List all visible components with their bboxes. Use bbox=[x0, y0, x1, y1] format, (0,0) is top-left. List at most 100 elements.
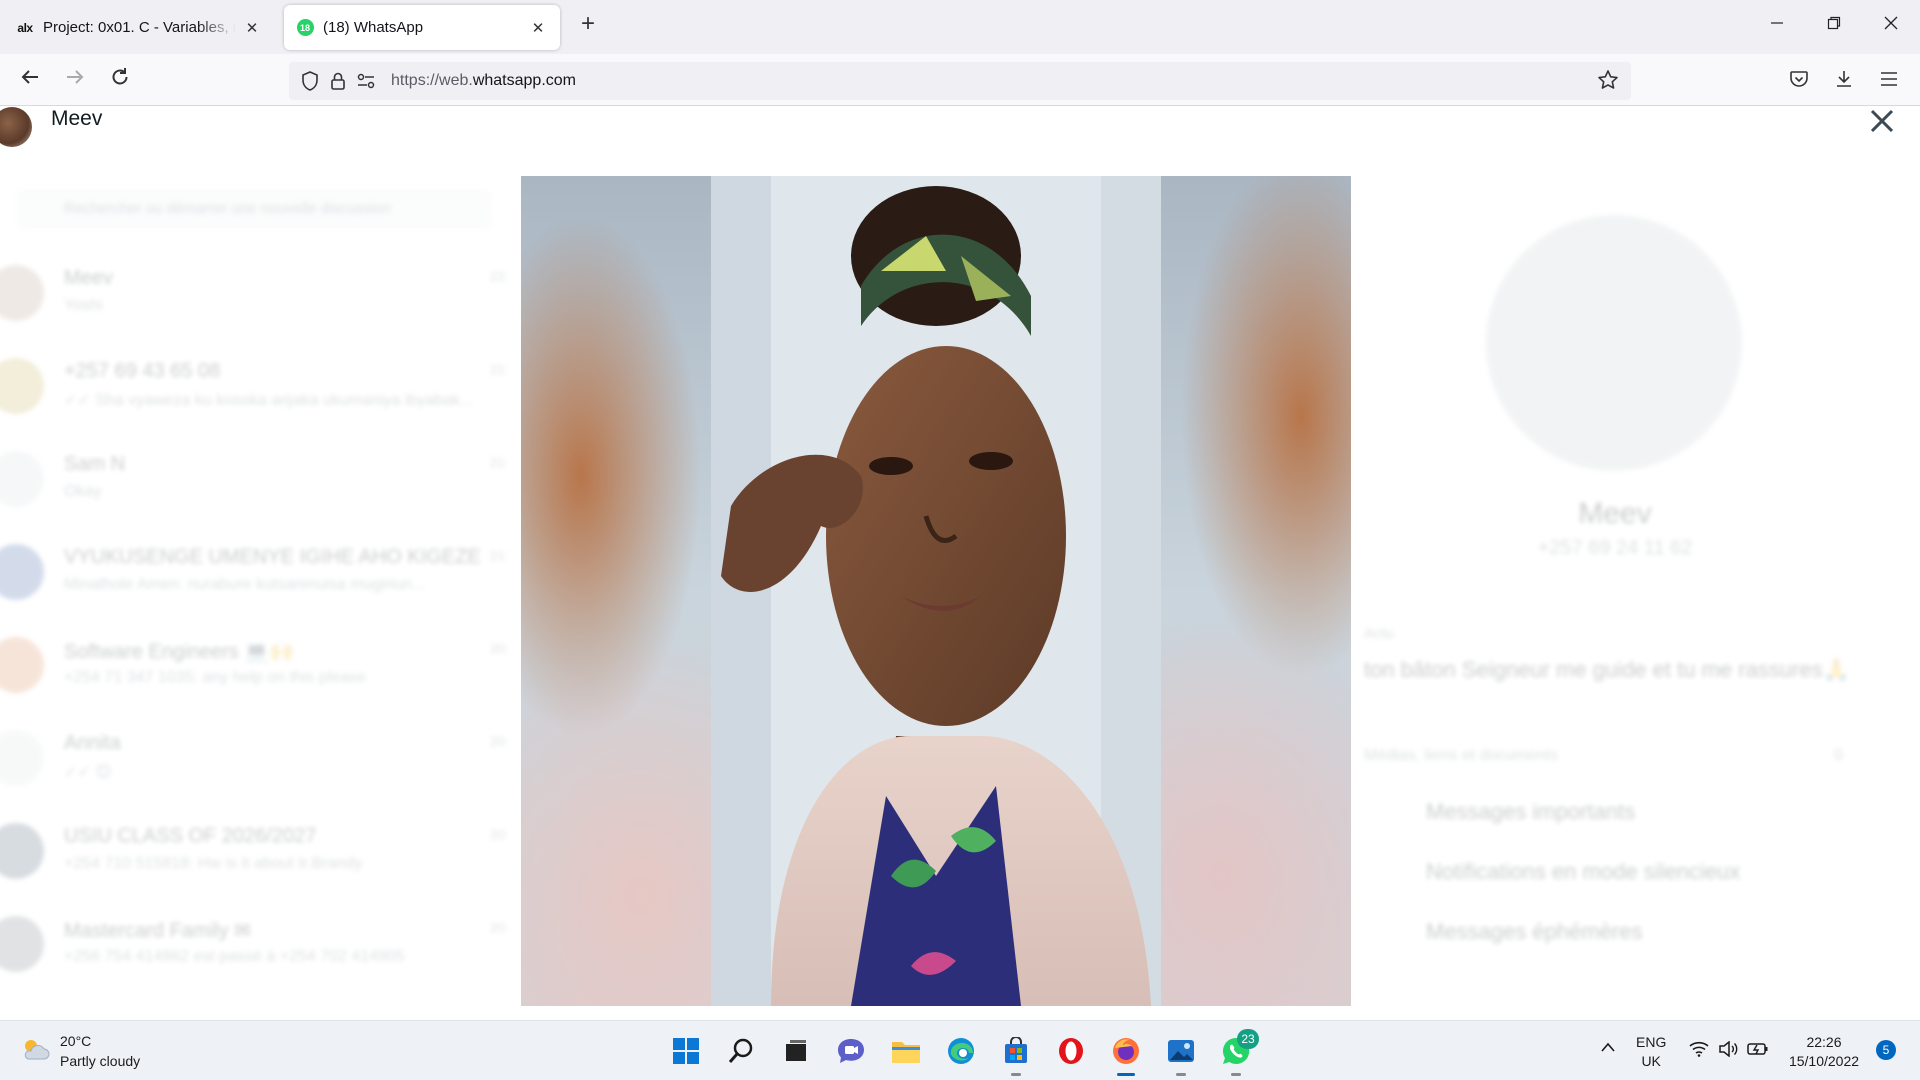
chat-name: Meev bbox=[64, 267, 113, 289]
firefox-browser-icon[interactable] bbox=[1108, 1033, 1144, 1076]
app-menu-icon[interactable] bbox=[1876, 66, 1902, 92]
avatar bbox=[0, 916, 44, 972]
chat-list-item[interactable]: Software Engineers 💻🙌 +254 71 347 1035: … bbox=[0, 619, 520, 711]
chat-list-item[interactable]: Meev Yoshi 22: bbox=[0, 247, 520, 339]
url-bar[interactable]: https://web.whatsapp.com bbox=[289, 62, 1631, 100]
chat-last-message: +254 71 347 1035: any help on this pleas… bbox=[64, 669, 367, 686]
new-tab-button[interactable]: + bbox=[576, 12, 600, 37]
edge-browser-icon[interactable] bbox=[943, 1033, 979, 1069]
avatar bbox=[0, 265, 44, 321]
mute-notifications-item[interactable]: Notifications en mode silencieux bbox=[1426, 859, 1740, 885]
close-tab-icon[interactable]: ✕ bbox=[242, 19, 262, 37]
chat-name: Mastercard Family ✉ bbox=[64, 920, 251, 942]
minimize-icon[interactable] bbox=[1765, 14, 1789, 35]
about-label: Actu bbox=[1364, 625, 1395, 642]
language-code: ENG bbox=[1636, 1034, 1667, 1050]
alx-logo-icon: alx bbox=[17, 20, 33, 35]
teams-chat-icon[interactable] bbox=[833, 1033, 869, 1069]
pocket-icon[interactable] bbox=[1786, 66, 1812, 92]
chat-name: USIU CLASS OF 2026/2027 bbox=[64, 825, 317, 847]
tab-title: (18) WhatsApp bbox=[323, 19, 424, 36]
back-arrow-icon[interactable] bbox=[16, 66, 44, 94]
chat-last-message: Okay bbox=[64, 483, 102, 500]
bookmark-star-icon[interactable] bbox=[1597, 69, 1619, 97]
chat-list-item[interactable]: Annita ✓✓ 😊 20: bbox=[0, 712, 520, 804]
opera-browser-icon[interactable] bbox=[1053, 1033, 1089, 1069]
tab-whatsapp[interactable]: 18 (18) WhatsApp ✕ bbox=[284, 5, 560, 50]
search-icon[interactable] bbox=[723, 1033, 759, 1069]
speaker-volume-icon[interactable] bbox=[1718, 1040, 1738, 1062]
disappearing-messages-item[interactable]: Messages éphémères bbox=[1426, 919, 1642, 945]
portrait-image bbox=[711, 176, 1161, 1006]
chat-list-item[interactable]: +257 69 43 65 08 ✓✓ Sha vyaweza ku kosok… bbox=[0, 340, 520, 432]
microsoft-store-icon[interactable] bbox=[998, 1033, 1034, 1076]
photos-app-icon[interactable] bbox=[1163, 1033, 1199, 1076]
media-links-docs[interactable]: Médias, liens et documents bbox=[1364, 747, 1558, 765]
whatsapp-web-page: Rechercher ou démarrer une nouvelle disc… bbox=[0, 107, 1920, 1019]
tab-title: Project: 0x01. C - Variables, if, else, … bbox=[43, 19, 236, 36]
chat-last-message: +256 754 414862 est passé à +254 702 414… bbox=[64, 948, 405, 965]
contact-phone: +257 69 24 11 62 bbox=[1537, 537, 1693, 559]
active-app-indicator bbox=[1117, 1073, 1135, 1076]
search-input[interactable]: Rechercher ou démarrer une nouvelle disc… bbox=[16, 189, 492, 229]
whatsapp-unread-badge: 23 bbox=[1237, 1029, 1259, 1049]
language-indicator[interactable]: ENG UK bbox=[1636, 1033, 1666, 1071]
chat-list-item[interactable]: Sam N Okay 21: bbox=[0, 433, 520, 525]
contact-info-panel: Meev +257 69 24 11 62 Actu ton bâton Sei… bbox=[1350, 107, 1920, 1019]
reload-icon[interactable] bbox=[106, 66, 134, 94]
weather-description: Partly cloudy bbox=[60, 1053, 141, 1069]
task-view-icon[interactable] bbox=[778, 1033, 814, 1069]
close-tab-icon[interactable]: ✕ bbox=[528, 19, 548, 37]
running-indicator bbox=[1176, 1073, 1186, 1076]
chat-time: 21: bbox=[490, 455, 509, 470]
clock[interactable]: 22:26 15/10/2022 bbox=[1786, 1033, 1862, 1071]
windows-taskbar: 20°C Partly cloudy 23 ENG UK 22:26 15/10… bbox=[0, 1020, 1920, 1080]
permissions-icon[interactable] bbox=[355, 70, 377, 92]
chat-list-item[interactable]: Mastercard Family ✉ +256 754 414862 est … bbox=[0, 898, 520, 990]
chat-list-item[interactable]: VYUKUSENGE UMENYE IGIHE AHO KIGEZE Minat… bbox=[0, 526, 520, 618]
starred-messages-item[interactable]: Messages importants bbox=[1426, 799, 1635, 825]
chat-name: Sam N bbox=[64, 453, 126, 475]
chat-time: 20: bbox=[490, 920, 509, 935]
avatar bbox=[1486, 215, 1742, 471]
keyboard-region: UK bbox=[1641, 1053, 1661, 1069]
weather-temperature: 20°C bbox=[60, 1033, 92, 1049]
chat-list-item[interactable]: USIU CLASS OF 2026/2027 +254 710 515818:… bbox=[0, 805, 520, 897]
notification-count-badge[interactable]: 5 bbox=[1876, 1040, 1896, 1060]
avatar[interactable] bbox=[0, 107, 32, 147]
battery-charging-icon[interactable] bbox=[1747, 1041, 1769, 1062]
restore-icon[interactable] bbox=[1822, 14, 1846, 35]
chat-last-message: ✓✓ Sha vyaweza ku kosoka arijaka ukumani… bbox=[64, 392, 474, 409]
chat-time: 20: bbox=[490, 827, 509, 842]
chat-name: +257 69 43 65 08 bbox=[64, 360, 221, 382]
viewer-contact-name[interactable]: Meev bbox=[51, 107, 102, 131]
chat-name: VYUKUSENGE UMENYE IGIHE AHO KIGEZE bbox=[64, 546, 481, 568]
chat-time: 21: bbox=[490, 548, 509, 563]
clock-date: 15/10/2022 bbox=[1788, 1053, 1860, 1069]
running-indicator bbox=[1231, 1073, 1241, 1076]
whatsapp-icon: 18 bbox=[296, 19, 314, 37]
lock-icon[interactable] bbox=[327, 70, 349, 92]
show-hidden-icons-chevron-up-icon[interactable] bbox=[1600, 1039, 1616, 1058]
windows-start-icon[interactable] bbox=[668, 1033, 704, 1069]
forward-arrow-icon[interactable] bbox=[61, 66, 89, 94]
tracking-shield-icon[interactable] bbox=[299, 70, 321, 92]
chat-last-message: +254 710 515818: Hw is it about tr.Brand… bbox=[64, 855, 363, 872]
url-text: https://web.whatsapp.com bbox=[391, 72, 576, 89]
weather-widget[interactable]: 20°C Partly cloudy bbox=[20, 1031, 140, 1071]
avatar bbox=[0, 451, 44, 507]
media-count: 0 bbox=[1834, 747, 1843, 764]
close-icon[interactable] bbox=[1866, 107, 1898, 137]
running-indicator bbox=[1011, 1073, 1021, 1076]
avatar bbox=[0, 358, 44, 414]
wifi-icon[interactable] bbox=[1689, 1041, 1709, 1062]
clock-time: 22:26 bbox=[1806, 1034, 1842, 1050]
media-viewer-header: Meev bbox=[0, 107, 1920, 151]
file-explorer-icon[interactable] bbox=[888, 1033, 924, 1069]
profile-photo bbox=[521, 176, 1351, 1006]
tab-alx-project[interactable]: alx Project: 0x01. C - Variables, if, el… bbox=[4, 5, 274, 50]
avatar bbox=[0, 637, 44, 693]
downloads-icon[interactable] bbox=[1831, 66, 1857, 92]
chat-last-message: Yoshi bbox=[64, 297, 103, 314]
window-close-icon[interactable] bbox=[1879, 14, 1903, 35]
